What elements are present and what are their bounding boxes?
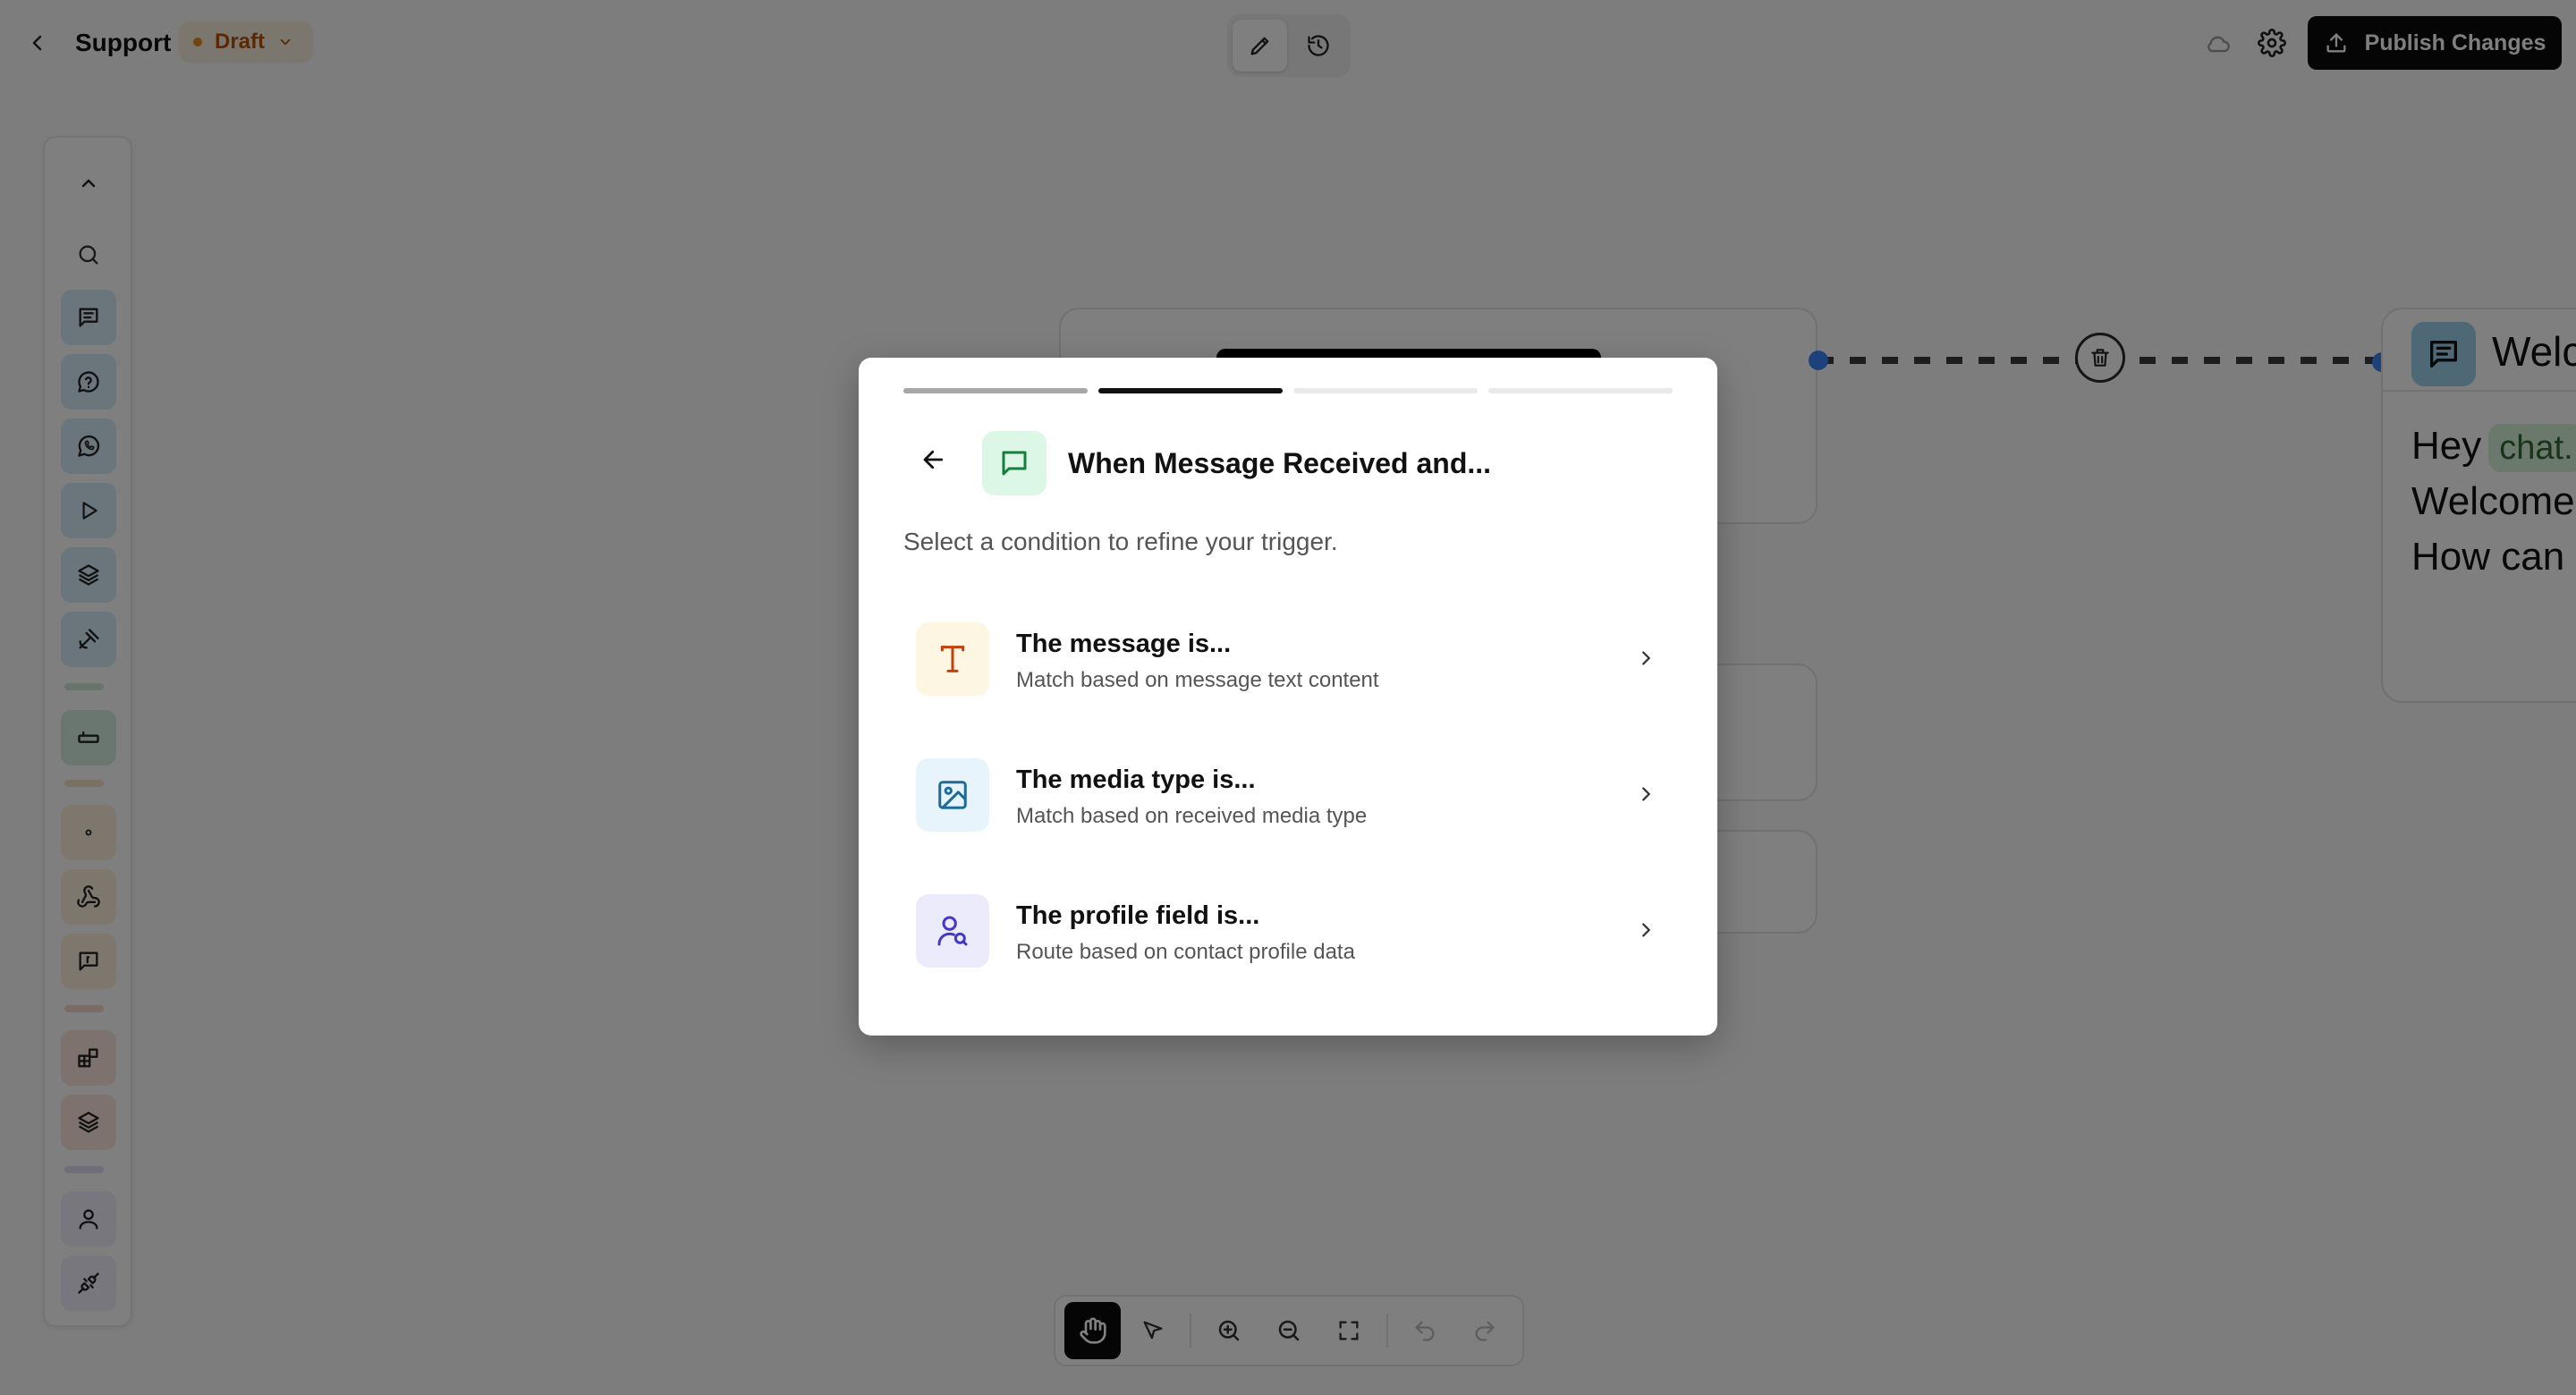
text-icon (916, 622, 989, 696)
message-square-icon (982, 431, 1046, 495)
modal-back-button[interactable] (914, 440, 953, 479)
option-title: The media type is... (1016, 765, 1256, 794)
chevron-right-icon (1628, 640, 1664, 676)
option-title: The profile field is... (1016, 901, 1260, 930)
condition-option-message[interactable]: The message is... Match based on message… (903, 604, 1674, 714)
step-progress (903, 388, 1673, 395)
option-description: Match based on received media type (1016, 804, 1368, 828)
modal-subtitle: Select a condition to refine your trigge… (903, 528, 1338, 555)
modal-title: When Message Received and... (1068, 447, 1492, 479)
option-description: Match based on message text content (1016, 668, 1379, 692)
progress-step (1488, 388, 1673, 393)
option-title: The message is... (1016, 630, 1232, 658)
user-search-icon (916, 894, 989, 968)
progress-step (903, 388, 1088, 393)
progress-step (1293, 388, 1478, 393)
progress-step (1098, 388, 1283, 393)
arrow-left-icon (923, 450, 944, 469)
chevron-right-icon (1628, 776, 1664, 812)
option-description: Route based on contact profile data (1016, 940, 1355, 964)
chevron-right-icon (1628, 912, 1664, 948)
condition-option-media[interactable]: The media type is... Match based on rece… (903, 740, 1674, 850)
image-icon (916, 758, 989, 832)
condition-option-profile[interactable]: The profile field is... Route based on c… (903, 876, 1674, 985)
condition-modal: When Message Received and... Select a co… (859, 358, 1717, 1036)
